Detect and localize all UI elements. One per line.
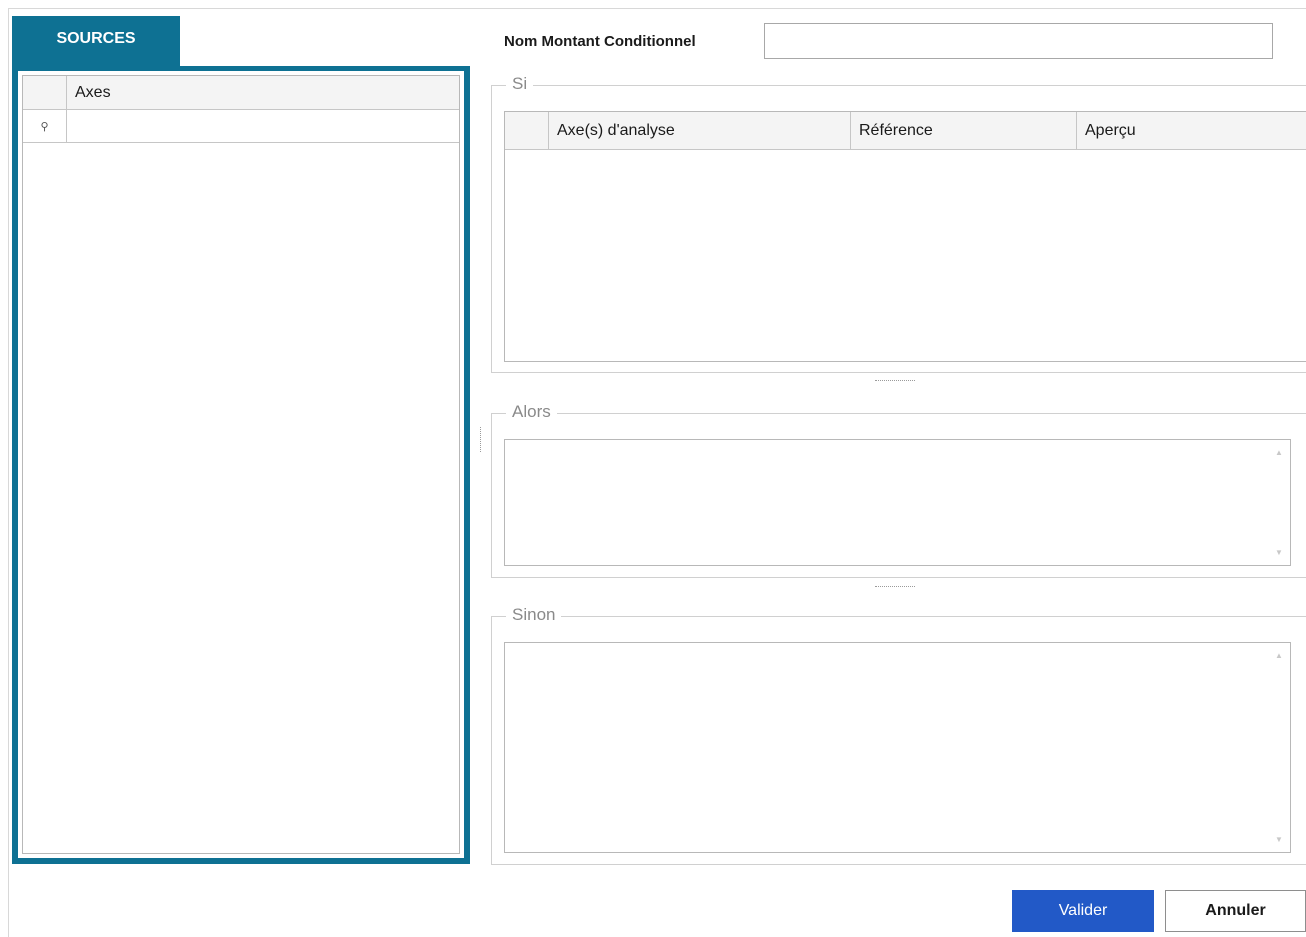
dialog-left-border [8,8,9,937]
sinon-textarea[interactable]: ▲ ▼ [504,642,1291,853]
scroll-up-icon[interactable]: ▲ [1268,651,1290,660]
axes-filter-row[interactable]: ⚲ [23,110,459,143]
row-indicator-filter: ⚲ [23,110,67,142]
row-indicator-header [23,76,67,109]
si-grid-header: Axe(s) d'analyse Référence Aperçu [505,112,1306,150]
si-alors-splitter[interactable] [875,380,915,385]
si-group-title: Si [506,74,534,94]
column-header-apercu[interactable]: Aperçu [1077,112,1306,149]
axes-grid-header: Axes [23,76,459,110]
tab-sources[interactable]: SOURCES [12,16,180,66]
scroll-down-icon[interactable]: ▼ [1268,548,1290,557]
column-header-axes-analyse[interactable]: Axe(s) d'analyse [549,112,851,149]
alors-textarea[interactable]: ▲ ▼ [504,439,1291,566]
column-header-axes[interactable]: Axes [67,76,459,109]
si-grid[interactable]: Axe(s) d'analyse Référence Aperçu [504,111,1306,362]
scroll-up-icon[interactable]: ▲ [1268,448,1290,457]
scroll-down-icon[interactable]: ▼ [1268,835,1290,844]
sources-panel: Axes ⚲ [12,66,470,864]
si-group: Si Axe(s) d'analyse Référence Aperçu [491,74,1306,373]
alors-group-title: Alors [506,402,557,422]
si-row-indicator-header [505,112,549,149]
vertical-splitter[interactable] [480,427,482,452]
alors-sinon-splitter[interactable] [875,586,915,591]
valider-button[interactable]: Valider [1012,890,1154,932]
axes-filter-cell[interactable] [67,110,459,142]
name-input[interactable] [764,23,1273,59]
name-label: Nom Montant Conditionnel [504,33,696,50]
axes-grid[interactable]: Axes ⚲ [22,75,460,854]
sinon-scrollbar[interactable]: ▲ ▼ [1268,643,1290,852]
filter-pin-icon: ⚲ [40,120,49,133]
dialog-top-border [8,8,1306,9]
sinon-group: Sinon ▲ ▼ [491,605,1306,865]
annuler-button[interactable]: Annuler [1165,890,1306,932]
alors-scrollbar[interactable]: ▲ ▼ [1268,440,1290,565]
column-header-reference[interactable]: Référence [851,112,1077,149]
alors-group: Alors ▲ ▼ [491,402,1306,578]
sinon-group-title: Sinon [506,605,562,625]
